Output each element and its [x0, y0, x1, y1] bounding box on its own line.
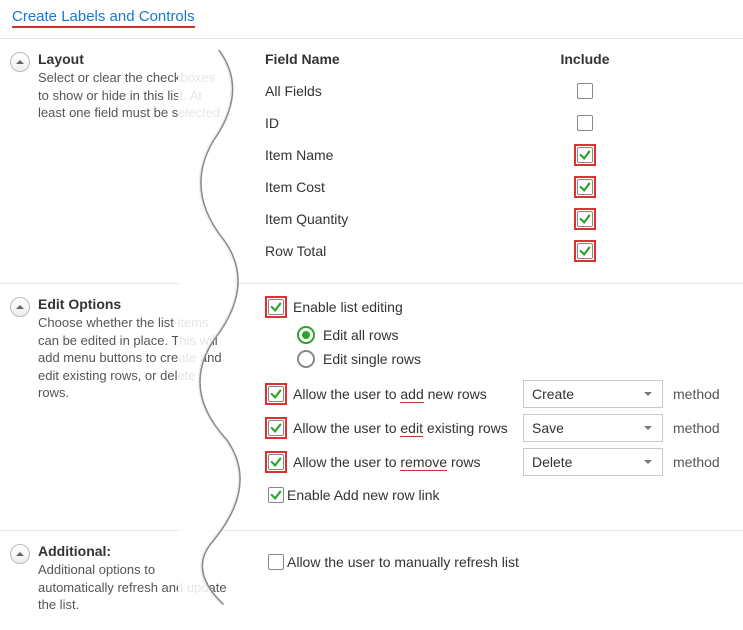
select-value: Create	[532, 386, 574, 402]
method-select[interactable]: Save	[523, 414, 663, 442]
table-row: All Fields	[265, 75, 733, 107]
section-edit-options: Edit Options Choose whether the list ite…	[0, 284, 743, 531]
fields-table: Field Name Include All Fields ID Item Name…	[265, 51, 733, 267]
select-value: Save	[532, 420, 564, 436]
permission-checkbox[interactable]	[268, 420, 284, 436]
include-field-checkbox[interactable]	[577, 211, 593, 227]
select-value: Delete	[532, 454, 572, 470]
chevron-up-icon	[15, 549, 25, 559]
radio-icon	[297, 326, 315, 344]
chevron-up-icon	[15, 302, 25, 312]
enable-add-row-link-label: Enable Add new row link	[287, 487, 440, 503]
radio-edit-single-rows[interactable]: Edit single rows	[297, 350, 733, 368]
radio-edit-all-rows[interactable]: Edit all rows	[297, 326, 733, 344]
method-select[interactable]: Delete	[523, 448, 663, 476]
section-description: Additional options to automatically refr…	[38, 561, 227, 614]
include-field-checkbox[interactable]	[577, 243, 593, 259]
table-row: Item Quantity	[265, 203, 733, 235]
chevron-down-icon	[642, 422, 654, 434]
check-icon	[270, 456, 282, 468]
check-icon	[270, 489, 282, 501]
check-icon	[579, 245, 591, 257]
permission-row: Allow the user to add new rows Create meth…	[265, 380, 733, 408]
field-name-cell: Row Total	[265, 243, 545, 259]
field-name-cell: ID	[265, 115, 545, 131]
field-name-cell: All Fields	[265, 83, 545, 99]
enable-list-editing-label: Enable list editing	[293, 299, 403, 315]
page-title: Create Labels and Controls	[12, 8, 195, 28]
table-row: Item Name	[265, 139, 733, 171]
permission-row: Allow the user to remove rows Delete metho…	[265, 448, 733, 476]
permission-row: Allow the user to edit existing rows Save…	[265, 414, 733, 442]
radio-label: Edit all rows	[323, 327, 398, 343]
field-name-cell: Item Cost	[265, 179, 545, 195]
column-header-field-name: Field Name	[265, 51, 545, 67]
field-name-cell: Item Quantity	[265, 211, 545, 227]
check-icon	[270, 422, 282, 434]
section-additional: Additional: Additional options to automa…	[0, 531, 743, 630]
check-icon	[579, 181, 591, 193]
allow-manual-refresh-label: Allow the user to manually refresh list	[287, 554, 519, 570]
check-icon	[579, 149, 591, 161]
collapse-toggle-edit[interactable]	[10, 297, 30, 317]
permission-label: Allow the user to remove rows	[293, 454, 523, 470]
permission-label: Allow the user to add new rows	[293, 386, 523, 402]
radio-icon	[297, 350, 315, 368]
field-name-cell: Item Name	[265, 147, 545, 163]
check-icon	[270, 301, 282, 313]
collapse-toggle-layout[interactable]	[10, 52, 30, 72]
table-row: ID	[265, 107, 733, 139]
include-field-checkbox[interactable]	[577, 179, 593, 195]
section-description: Select or clear the checkboxes to show o…	[38, 69, 227, 122]
enable-list-editing-checkbox[interactable]	[268, 299, 284, 315]
include-field-checkbox[interactable]	[577, 83, 593, 99]
method-label: method	[673, 454, 720, 470]
section-layout: Layout Select or clear the checkboxes to…	[0, 39, 743, 284]
table-row: Item Cost	[265, 171, 733, 203]
chevron-down-icon	[642, 388, 654, 400]
permission-checkbox[interactable]	[268, 386, 284, 402]
section-heading: Additional:	[38, 543, 227, 559]
table-row: Row Total	[265, 235, 733, 267]
radio-label: Edit single rows	[323, 351, 421, 367]
include-field-checkbox[interactable]	[577, 147, 593, 163]
permission-checkbox[interactable]	[268, 454, 284, 470]
check-icon	[270, 388, 282, 400]
chevron-up-icon	[15, 57, 25, 67]
include-field-checkbox[interactable]	[577, 115, 593, 131]
section-heading: Layout	[38, 51, 227, 67]
permission-label: Allow the user to edit existing rows	[293, 420, 523, 436]
section-heading: Edit Options	[38, 296, 227, 312]
method-select[interactable]: Create	[523, 380, 663, 408]
enable-add-row-link-checkbox[interactable]	[268, 487, 284, 503]
section-description: Choose whether the list items can be edi…	[38, 314, 227, 402]
collapse-toggle-additional[interactable]	[10, 544, 30, 564]
column-header-include: Include	[545, 51, 625, 67]
allow-manual-refresh-checkbox[interactable]	[268, 554, 284, 570]
method-label: method	[673, 386, 720, 402]
method-label: method	[673, 420, 720, 436]
chevron-down-icon	[642, 456, 654, 468]
check-icon	[579, 213, 591, 225]
